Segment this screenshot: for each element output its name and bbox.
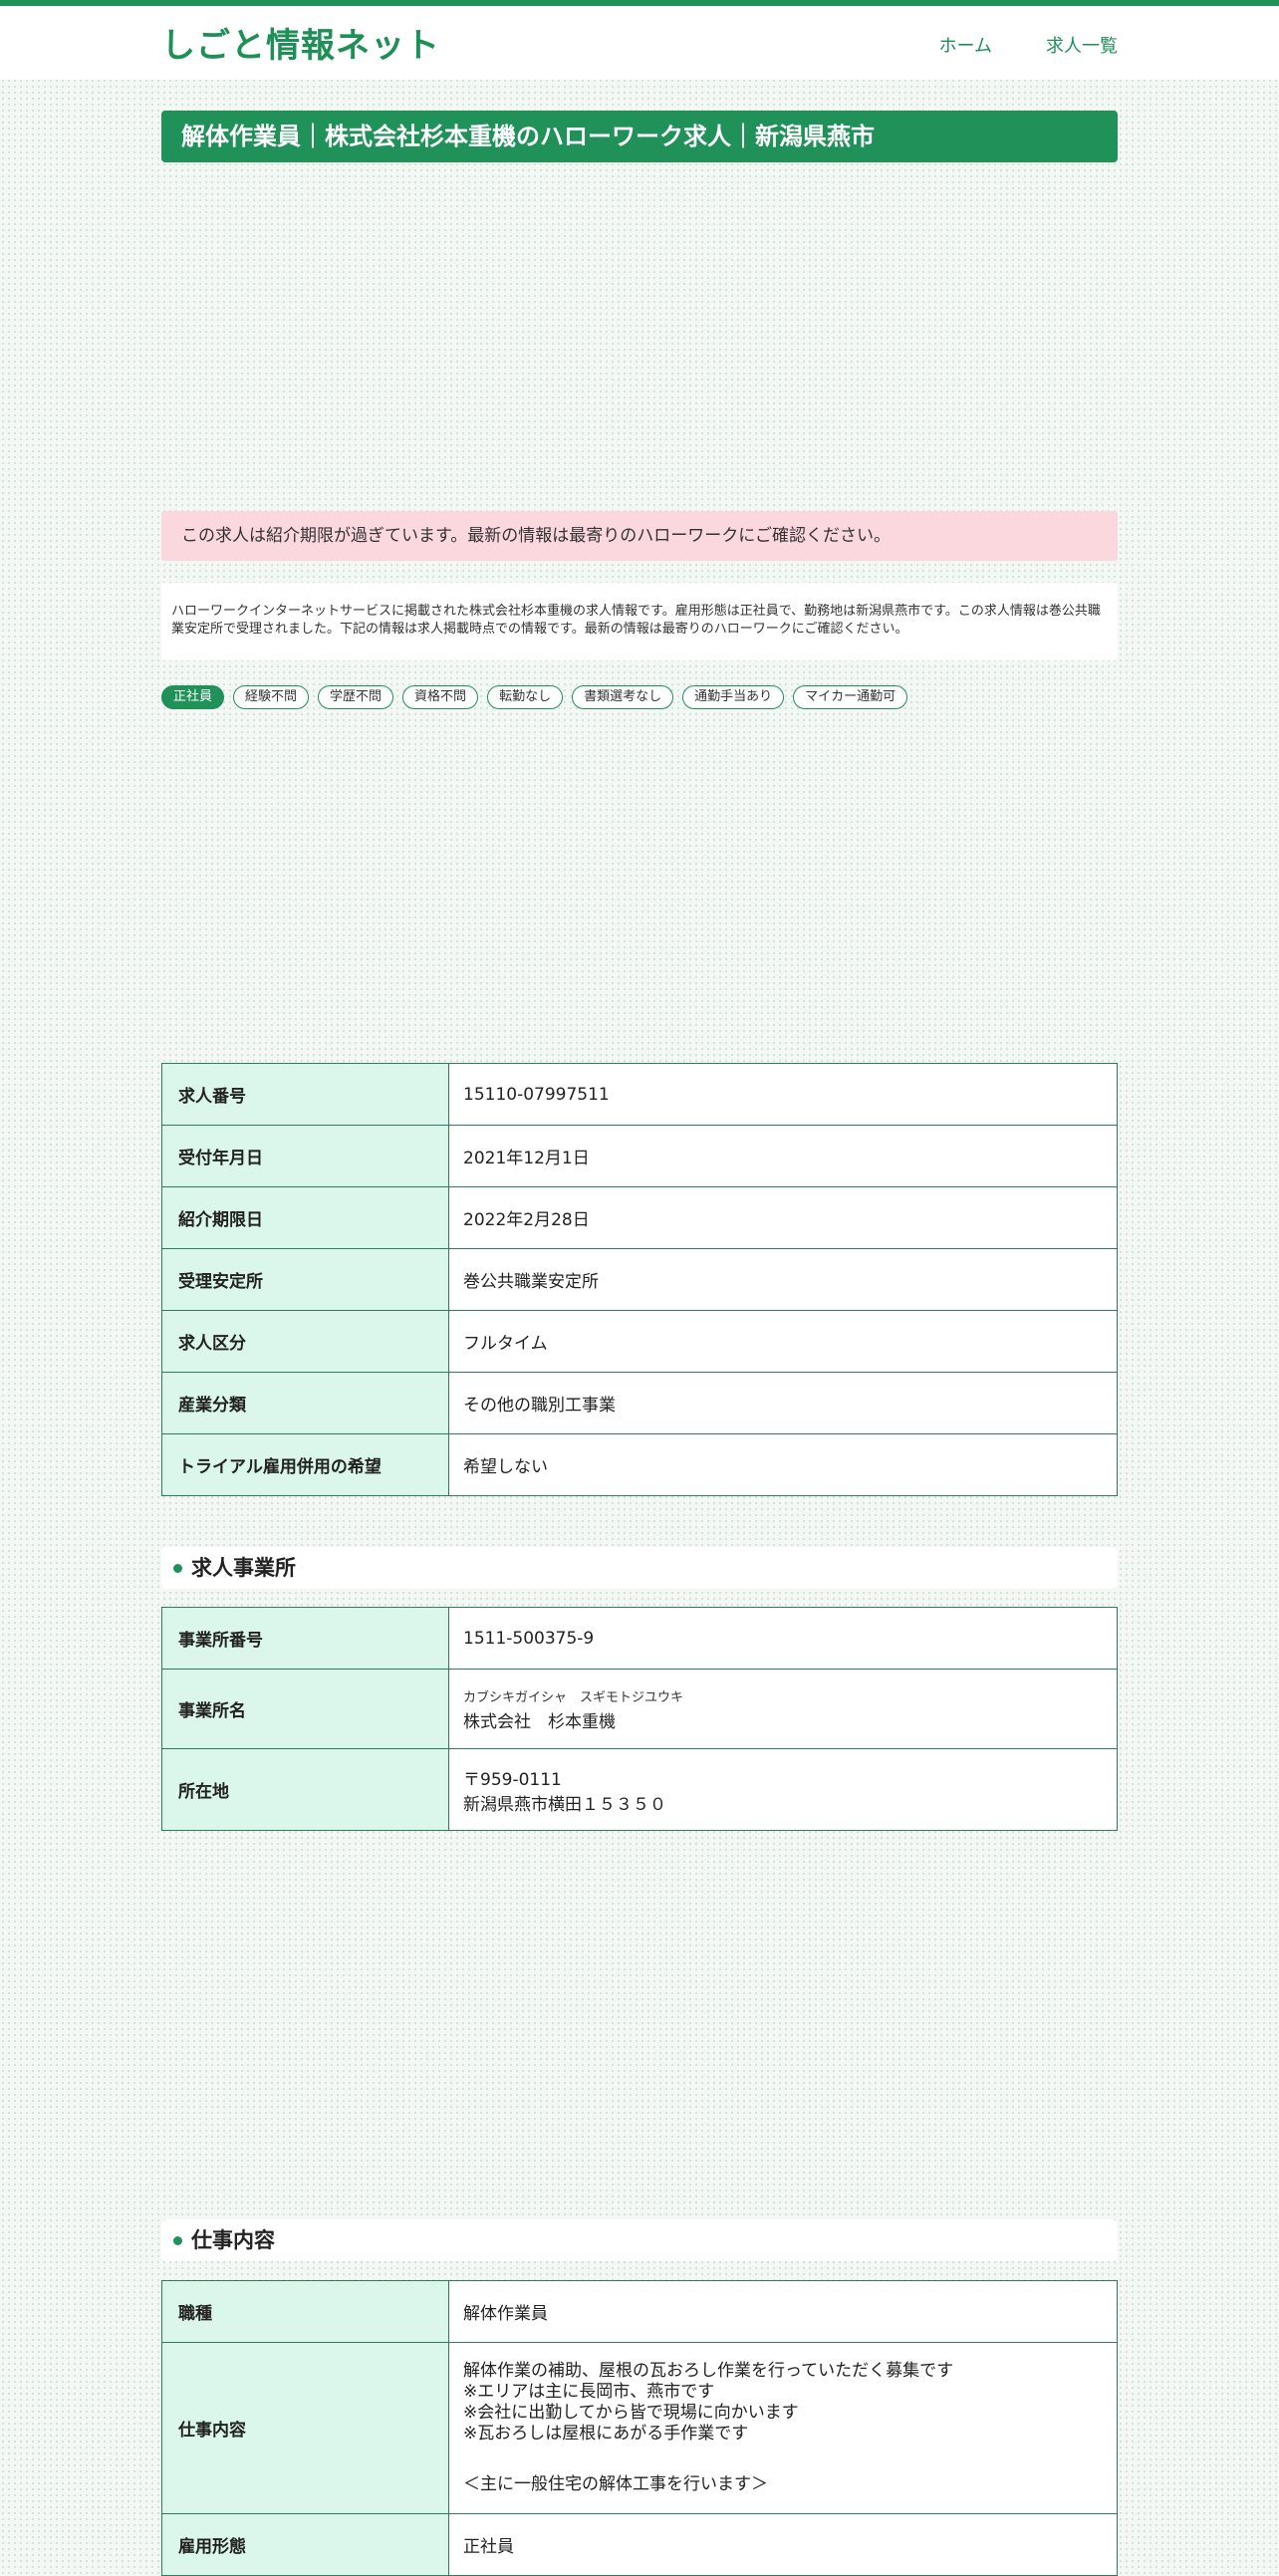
row-key: 雇用形態 <box>161 2513 449 2576</box>
row-key: 職種 <box>161 2280 449 2343</box>
row-key: 求人区分 <box>161 1310 449 1373</box>
office-section: 事業所番号 1511-500375-9 事業所名 カブシキガイシャ スギモトジユ… <box>161 1607 1118 1831</box>
office-address-cell: 〒959-0111 新潟県燕市横田１５３５０ <box>448 1748 1118 1831</box>
tag-item: 通勤手当あり <box>682 685 785 709</box>
table-row: 産業分類 その他の職別工事業 <box>161 1372 1118 1434</box>
table-row: 仕事内容 解体作業の補助、屋根の瓦おろし作業を行っていただく募集です ※エリアは… <box>161 2342 1118 2514</box>
table-row: 雇用形態 正社員 <box>161 2513 1118 2576</box>
office-section-heading: 求人事業所 <box>161 1547 1118 1589</box>
office-address: 新潟県燕市横田１５３５０ <box>463 1794 666 1815</box>
office-name-cell: カブシキガイシャ スギモトジユウキ 株式会社 杉本重機 <box>448 1669 1118 1749</box>
basic-info-table: 求人番号 15110-07997511 受付年月日 2021年12月1日 紹介期… <box>161 1063 1118 1496</box>
office-info-table: 事業所番号 1511-500375-9 事業所名 カブシキガイシャ スギモトジユ… <box>161 1607 1118 1831</box>
job-content-cell: 解体作業の補助、屋根の瓦おろし作業を行っていただく募集です ※エリアは主に長岡市… <box>448 2342 1118 2514</box>
tag-item: 資格不問 <box>402 685 479 709</box>
tag-item: 学歴不問 <box>318 685 394 709</box>
row-key: 求人番号 <box>161 1063 449 1126</box>
tag-employment-type: 正社員 <box>161 685 225 709</box>
row-value: 15110-07997511 <box>448 1063 1118 1126</box>
row-value: フルタイム <box>448 1310 1118 1373</box>
tag-item: 書類選考なし <box>572 685 674 709</box>
postal-code: 〒959-0111 <box>463 1769 562 1790</box>
table-row: 受付年月日 2021年12月1日 <box>161 1125 1118 1187</box>
row-key: 事業所名 <box>161 1669 449 1749</box>
row-key: 受付年月日 <box>161 1125 449 1187</box>
row-key: 紹介期限日 <box>161 1186 449 1249</box>
job-section: 職種 解体作業員 仕事内容 解体作業の補助、屋根の瓦おろし作業を行っていただく募… <box>161 2280 1118 2576</box>
table-row: 所在地 〒959-0111 新潟県燕市横田１５３５０ <box>161 1748 1118 1831</box>
nav-job-list-link[interactable]: 求人一覧 <box>1046 32 1118 58</box>
job-section-heading: 仕事内容 <box>161 2219 1118 2261</box>
site-header: しごと情報ネット ホーム 求人一覧 <box>0 6 1279 80</box>
table-row: 受理安定所 巻公共職業安定所 <box>161 1248 1118 1311</box>
office-name-kana: カブシキガイシャ スギモトジユウキ <box>463 1689 684 1705</box>
main-nav: ホーム 求人一覧 <box>939 32 1118 58</box>
table-row: 紹介期限日 2022年2月28日 <box>161 1186 1118 1249</box>
office-number: 1511-500375-9 <box>448 1607 1118 1670</box>
expired-alert: この求人は紹介期限が過ぎています。最新の情報は最寄りのハローワークにご確認くださ… <box>161 511 1118 561</box>
row-key: 事業所番号 <box>161 1607 449 1670</box>
tag-item: 経験不問 <box>233 685 310 709</box>
row-key: 仕事内容 <box>161 2342 449 2514</box>
row-key: 所在地 <box>161 1748 449 1831</box>
table-row: 求人区分 フルタイム <box>161 1310 1118 1373</box>
row-value: その他の職別工事業 <box>448 1372 1118 1434</box>
office-name: 株式会社 杉本重機 <box>463 1711 616 1732</box>
row-value: 2021年12月1日 <box>448 1125 1118 1187</box>
row-key: 受理安定所 <box>161 1248 449 1311</box>
section-title: 求人事業所 <box>191 1556 296 1580</box>
nav-home-link[interactable]: ホーム <box>939 32 992 58</box>
table-row: 求人番号 15110-07997511 <box>161 1063 1118 1126</box>
job-content-line: ※エリアは主に長岡市、燕市です <box>463 2382 715 2402</box>
page-title: 解体作業員｜株式会社杉本重機のハローワーク求人｜新潟県燕市 <box>161 111 1118 162</box>
table-row: 事業所名 カブシキガイシャ スギモトジユウキ 株式会社 杉本重機 <box>161 1669 1118 1749</box>
site-logo[interactable]: しごと情報ネット <box>161 18 440 67</box>
job-title: 解体作業員 <box>448 2280 1118 2343</box>
job-description-summary: ハローワークインターネットサービスに掲載された株式会社杉本重機の求人情報です。雇… <box>161 583 1118 660</box>
tag-list: 正社員 経験不問 学歴不問 資格不問 転勤なし 書類選考なし 通勤手当あり マイ… <box>161 685 1118 709</box>
job-content-line: ※会社に出勤してから皆で現場に向かいます <box>463 2403 799 2423</box>
table-row: 職種 解体作業員 <box>161 2280 1118 2343</box>
job-content-note: ＜主に一般住宅の解体工事を行います＞ <box>463 2474 768 2494</box>
row-key: 産業分類 <box>161 1372 449 1434</box>
tag-item: 転勤なし <box>487 685 564 709</box>
row-value: 希望しない <box>448 1433 1118 1496</box>
bullet-dot-icon <box>173 2235 182 2245</box>
bullet-dot-icon <box>173 1563 182 1573</box>
row-value: 2022年2月28日 <box>448 1186 1118 1249</box>
row-value: 巻公共職業安定所 <box>448 1248 1118 1311</box>
job-content-line: 解体作業の補助、屋根の瓦おろし作業を行っていただく募集です <box>463 2361 954 2381</box>
basic-info-section: 求人番号 15110-07997511 受付年月日 2021年12月1日 紹介期… <box>161 1063 1118 1496</box>
section-title: 仕事内容 <box>191 2228 275 2252</box>
row-key: トライアル雇用併用の希望 <box>161 1433 449 1496</box>
table-row: トライアル雇用併用の希望 希望しない <box>161 1433 1118 1496</box>
job-info-table: 職種 解体作業員 仕事内容 解体作業の補助、屋根の瓦おろし作業を行っていただく募… <box>161 2280 1118 2576</box>
job-content-line: ※瓦おろしは屋根にあがる手作業です <box>463 2424 749 2444</box>
tag-item: マイカー通勤可 <box>793 685 908 709</box>
employment-type: 正社員 <box>448 2513 1118 2576</box>
table-row: 事業所番号 1511-500375-9 <box>161 1607 1118 1670</box>
